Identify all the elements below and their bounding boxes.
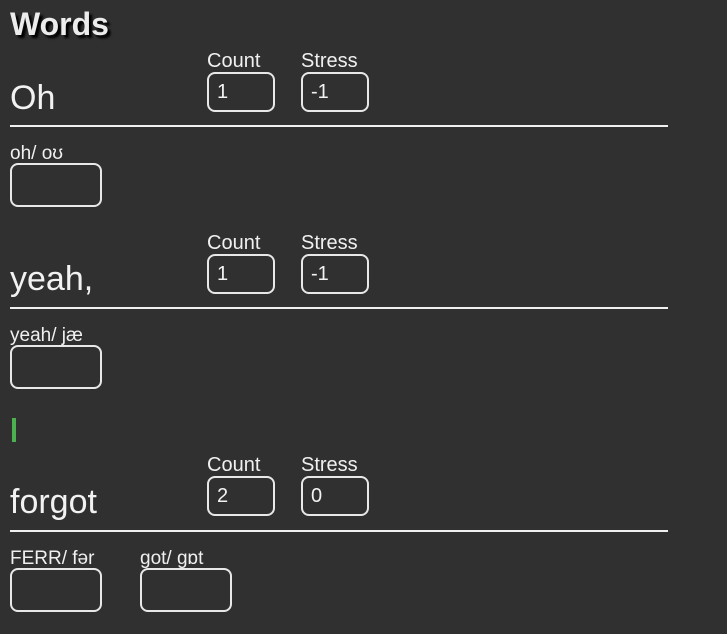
count-label: Count [207, 232, 261, 254]
stress-label: Stress [301, 232, 358, 254]
words-panel: Words Oh Count Stress oh/ oʊ yeah, Count… [0, 0, 727, 634]
stress-input[interactable] [301, 72, 369, 112]
word-block: Oh Count Stress oh/ oʊ [10, 48, 668, 228]
word-block: yeah, Count Stress yeah/ jæ [10, 230, 668, 410]
stress-input[interactable] [301, 476, 369, 516]
syllable-label: got/ gɒt [140, 548, 204, 569]
syllable-input[interactable] [140, 568, 232, 612]
count-input[interactable] [207, 476, 275, 516]
syllable-input[interactable] [10, 163, 102, 207]
divider [10, 307, 668, 309]
word-text: forgot [10, 483, 97, 521]
word-text: Oh [10, 79, 56, 117]
word-text: yeah, [10, 260, 94, 298]
divider [10, 125, 668, 127]
count-input[interactable] [207, 254, 275, 294]
green-marker [12, 418, 16, 442]
syllable-label: yeah/ jæ [10, 325, 83, 346]
page-title: Words [10, 6, 109, 42]
syllable-input[interactable] [10, 568, 102, 612]
stress-label: Stress [301, 454, 358, 476]
count-label: Count [207, 50, 261, 72]
syllable-input[interactable] [10, 345, 102, 389]
syllable-label: FERR/ fər [10, 548, 95, 569]
stress-label: Stress [301, 50, 358, 72]
count-input[interactable] [207, 72, 275, 112]
word-block: forgot Count Stress FERR/ fər got/ gɒt [10, 454, 668, 634]
divider [10, 530, 668, 532]
count-label: Count [207, 454, 261, 476]
stress-input[interactable] [301, 254, 369, 294]
syllable-label: oh/ oʊ [10, 143, 64, 164]
